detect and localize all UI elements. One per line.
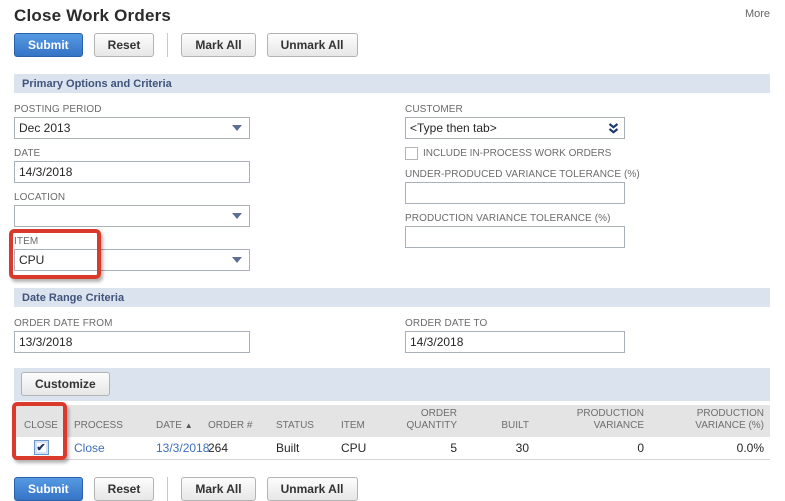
production-variance-pct-cell: 0.0%	[650, 437, 770, 460]
col-header-close[interactable]: CLOSE	[14, 405, 68, 437]
col-header-date[interactable]: DATE ▲	[150, 405, 202, 437]
section-date-range: Date Range Criteria	[14, 288, 770, 307]
reset-button-top[interactable]: Reset	[93, 33, 155, 57]
customize-band: Customize	[14, 368, 770, 401]
production-tolerance-input[interactable]	[405, 226, 625, 248]
table-row: Close 13/3/2018 264 Built CPU 5 30 0 0.0…	[14, 437, 770, 460]
primary-options-form: POSTING PERIOD Dec 2013 DATE LOCATION	[9, 93, 770, 279]
mark-all-button-bottom[interactable]: Mark All	[181, 477, 256, 501]
unmark-all-button-top[interactable]: Unmark All	[266, 33, 358, 57]
item-select[interactable]: CPU	[14, 249, 250, 271]
chevron-down-icon	[232, 257, 242, 263]
order-date-to-label: ORDER DATE TO	[405, 318, 488, 329]
include-in-process-checkbox[interactable]	[405, 147, 418, 160]
toolbar-separator	[167, 33, 169, 57]
col-header-process[interactable]: PROCESS	[68, 405, 150, 437]
include-in-process-field: INCLUDE IN-PROCESS WORK ORDERS	[405, 147, 770, 160]
submit-button-top[interactable]: Submit	[14, 33, 83, 57]
status-cell: Built	[270, 437, 335, 460]
item-field: ITEM CPU	[9, 229, 250, 279]
col-header-order-number[interactable]: ORDER #	[202, 405, 270, 437]
date-range-form: ORDER DATE FROM ORDER DATE TO	[14, 307, 770, 353]
order-date-link[interactable]: 13/3/2018	[156, 441, 209, 455]
date-label: DATE	[14, 148, 41, 159]
close-checkbox-cell	[14, 437, 68, 460]
location-label: LOCATION	[14, 192, 66, 203]
order-date-from-field: ORDER DATE FROM	[14, 318, 405, 353]
production-variance-cell: 0	[535, 437, 650, 460]
customer-label: CUSTOMER	[405, 104, 463, 115]
location-select[interactable]	[14, 205, 250, 227]
order-date-from-label: ORDER DATE FROM	[14, 318, 113, 329]
customer-combo[interactable]	[405, 117, 625, 139]
col-header-production-variance-pct[interactable]: PRODUCTION VARIANCE (%)	[650, 405, 770, 437]
process-cell: Close	[68, 437, 150, 460]
posting-period-value: Dec 2013	[19, 121, 71, 135]
customer-field: CUSTOMER	[405, 104, 770, 139]
sort-ascending-icon: ▲	[184, 421, 193, 430]
chevron-down-icon	[232, 213, 242, 219]
submit-button-bottom[interactable]: Submit	[14, 477, 83, 501]
location-field: LOCATION	[14, 192, 405, 227]
col-header-built[interactable]: BUILT	[463, 405, 535, 437]
more-link[interactable]: More	[745, 8, 770, 20]
item-label: ITEM	[14, 236, 39, 247]
top-toolbar: Submit Reset Mark All Unmark All	[14, 33, 770, 57]
customer-input[interactable]	[410, 121, 595, 135]
under-produced-tolerance-label: UNDER-PRODUCED VARIANCE TOLERANCE (%)	[405, 169, 640, 180]
process-close-link[interactable]: Close	[74, 441, 105, 455]
col-header-order-quantity[interactable]: ORDER QUANTITY	[395, 405, 463, 437]
item-cell: CPU	[335, 437, 395, 460]
production-tolerance-label: PRODUCTION VARIANCE TOLERANCE (%)	[405, 213, 611, 224]
date-input[interactable]	[14, 161, 250, 183]
date-field: DATE	[14, 148, 405, 183]
col-header-production-variance[interactable]: PRODUCTION VARIANCE	[535, 405, 650, 437]
reset-button-bottom[interactable]: Reset	[93, 477, 155, 501]
close-work-orders-page: Close Work Orders More Submit Reset Mark…	[0, 0, 785, 501]
posting-period-select[interactable]: Dec 2013	[14, 117, 250, 139]
order-quantity-cell: 5	[395, 437, 463, 460]
item-value: CPU	[19, 253, 45, 267]
form-right-column: CUSTOMER INCLUDE IN-PROCESS WORK ORDERS …	[405, 95, 770, 271]
include-in-process-label: INCLUDE IN-PROCESS WORK ORDERS	[423, 148, 612, 159]
under-produced-tolerance-input[interactable]	[405, 182, 625, 204]
work-orders-table: CLOSE PROCESS DATE ▲ ORDER # STATUS ITEM…	[12, 402, 770, 460]
table-header-row: CLOSE PROCESS DATE ▲ ORDER # STATUS ITEM…	[14, 405, 770, 437]
double-chevron-down-icon[interactable]	[607, 122, 620, 135]
order-date-to-input[interactable]	[405, 331, 625, 353]
page-header: Close Work Orders More	[14, 6, 770, 26]
form-left-column: POSTING PERIOD Dec 2013 DATE LOCATION	[9, 95, 405, 279]
built-cell: 30	[463, 437, 535, 460]
order-date-to-field: ORDER DATE TO	[405, 318, 770, 353]
toolbar-separator	[167, 477, 169, 501]
section-primary-options: Primary Options and Criteria	[14, 74, 770, 93]
col-header-status[interactable]: STATUS	[270, 405, 335, 437]
unmark-all-button-bottom[interactable]: Unmark All	[266, 477, 358, 501]
mark-all-button-top[interactable]: Mark All	[181, 33, 256, 57]
under-produced-tolerance-field: UNDER-PRODUCED VARIANCE TOLERANCE (%)	[405, 169, 770, 204]
chevron-down-icon	[232, 125, 242, 131]
production-tolerance-field: PRODUCTION VARIANCE TOLERANCE (%)	[405, 213, 770, 248]
page-title: Close Work Orders	[14, 6, 172, 25]
date-cell: 13/3/2018	[150, 437, 209, 460]
close-checkbox[interactable]	[33, 440, 49, 455]
order-number-cell: 264	[202, 437, 270, 460]
col-header-item[interactable]: ITEM	[335, 405, 395, 437]
posting-period-label: POSTING PERIOD	[14, 104, 102, 115]
bottom-toolbar: Submit Reset Mark All Unmark All	[14, 477, 770, 501]
posting-period-field: POSTING PERIOD Dec 2013	[14, 104, 405, 139]
order-date-from-input[interactable]	[14, 331, 250, 353]
customize-button[interactable]: Customize	[21, 372, 110, 396]
